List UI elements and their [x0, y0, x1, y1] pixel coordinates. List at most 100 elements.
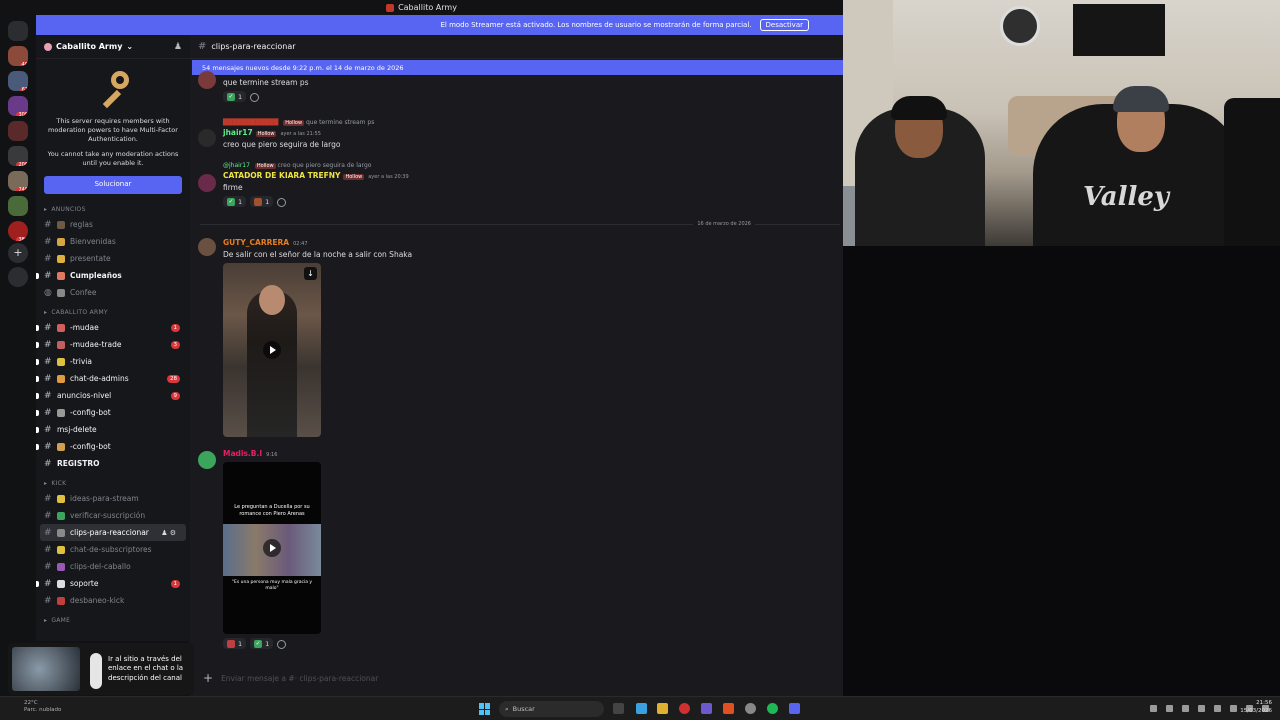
- add-reaction-icon[interactable]: [277, 640, 287, 649]
- play-icon[interactable]: [263, 341, 281, 359]
- webcam-overlay: Valley: [843, 0, 1280, 246]
- add-reaction-icon[interactable]: [277, 198, 287, 207]
- reaction[interactable]: ✓ 1: [223, 196, 247, 207]
- teams-icon[interactable]: [701, 703, 712, 714]
- add-member-icon[interactable]: ♟: [174, 42, 182, 52]
- hash-icon: #: [44, 253, 52, 264]
- toast-image: [12, 647, 80, 691]
- category-anuncios[interactable]: ▸ ANUNCIOS: [36, 202, 190, 216]
- video-attachment[interactable]: Le preguntan a Ducella por su romance co…: [223, 462, 321, 634]
- category-kick[interactable]: ▸ KICK: [36, 476, 190, 490]
- video-attachment[interactable]: ↓: [223, 263, 321, 437]
- key-icon: [95, 69, 131, 109]
- edge-icon[interactable]: [636, 703, 647, 714]
- avatar[interactable]: [198, 451, 216, 469]
- avatar[interactable]: [198, 174, 216, 192]
- unread-badge: 3: [170, 340, 180, 349]
- weather-widget[interactable]: 22°C Parc. nublado: [24, 700, 61, 714]
- reaction[interactable]: ✓ 1: [250, 638, 274, 649]
- author-name[interactable]: CATADOR DE KIARA TREFNY: [223, 171, 340, 180]
- channel-item[interactable]: ◍ Confee: [36, 284, 190, 301]
- message-input[interactable]: + Enviar mensaje a #· clips-para-reaccio…: [197, 668, 843, 688]
- app-icon[interactable]: [679, 703, 690, 714]
- channel-emoji-icon: [57, 494, 65, 503]
- unread-badge: 1: [170, 323, 180, 332]
- reaction[interactable]: 1: [223, 638, 247, 649]
- empty-right-pane: [843, 246, 1280, 696]
- server-icon[interactable]: 61: [8, 71, 28, 91]
- channel-item[interactable]: # presentate: [36, 250, 190, 267]
- add-reaction-icon[interactable]: [250, 93, 260, 102]
- person-left: [855, 96, 985, 246]
- voice-icon: ◍: [44, 287, 52, 298]
- new-messages-bar[interactable]: 54 mensajes nuevos desde 9:22 p.m. el 14…: [192, 60, 843, 75]
- channel-item-selected[interactable]: # clips-para-reaccionar ♟ ⚙: [40, 524, 186, 542]
- obs-icon[interactable]: [745, 703, 756, 714]
- channel-settings-icon[interactable]: ♟ ⚙: [161, 529, 176, 537]
- channel-item[interactable]: # anuncios-nivel 9: [36, 387, 190, 404]
- server-rail: 40 61 309 206 748 386 +: [0, 15, 36, 696]
- channel-item[interactable]: # chat-de-admins 28: [36, 370, 190, 387]
- channel-item[interactable]: # Cumpleaños: [36, 267, 190, 284]
- server-icon[interactable]: 386: [8, 221, 28, 241]
- server-icon[interactable]: 748: [8, 171, 28, 191]
- reaction[interactable]: ✓ 1: [223, 91, 247, 102]
- channel-item[interactable]: # REGISTRO: [36, 455, 190, 472]
- taskbar: ⌕ Buscar 21:56 15/03/2026: [0, 696, 1280, 720]
- channel-item[interactable]: # msj-delete: [36, 421, 190, 438]
- discord-icon[interactable]: [789, 703, 800, 714]
- server-icon[interactable]: 309: [8, 96, 28, 116]
- channel-emoji-icon: [57, 340, 65, 349]
- download-icon[interactable]: ↓: [304, 267, 317, 280]
- play-icon[interactable]: [263, 539, 281, 557]
- add-attachment-icon[interactable]: +: [203, 671, 213, 685]
- channel-item[interactable]: # ideas-para-stream: [36, 490, 190, 507]
- category-game[interactable]: ▸ GAME: [36, 613, 190, 627]
- spotify-icon[interactable]: [767, 703, 778, 714]
- disable-streamer-button[interactable]: Desactivar: [759, 19, 809, 31]
- task-view-icon[interactable]: [613, 703, 624, 714]
- author-name[interactable]: jhair17: [223, 128, 253, 137]
- hash-icon: #: [198, 41, 207, 52]
- channel-item[interactable]: # soporte 1: [36, 575, 190, 592]
- avatar[interactable]: [198, 238, 216, 256]
- channel-item[interactable]: # -trivia: [36, 353, 190, 370]
- channel-item[interactable]: # clips-del-caballo: [36, 558, 190, 575]
- reaction[interactable]: 1: [250, 196, 274, 207]
- reply-preview[interactable]: @jhair17 Hollow creo que piero seguira d…: [223, 162, 818, 169]
- unread-badge: 1: [170, 579, 180, 588]
- channel-item[interactable]: # -mudae-trade 3: [36, 336, 190, 353]
- channel-emoji-icon: [57, 254, 65, 263]
- channel-item[interactable]: # -config-bot: [36, 404, 190, 421]
- server-icon[interactable]: 206: [8, 146, 28, 166]
- author-name[interactable]: Madis.B.I: [223, 449, 262, 458]
- avatar[interactable]: [198, 71, 216, 89]
- server-icon[interactable]: 40: [8, 46, 28, 66]
- horse-logo-icon: [1000, 6, 1040, 46]
- category-caballito[interactable]: ▸ CABALLITO ARMY: [36, 305, 190, 319]
- channel-item[interactable]: # verificar-suscripción: [36, 507, 190, 524]
- channel-item[interactable]: # chat-de-subscriptores: [36, 541, 190, 558]
- channel-item[interactable]: # desbaneo-kick: [36, 592, 190, 609]
- discover-icon[interactable]: [8, 267, 28, 287]
- fix-mfa-button[interactable]: Solucionar: [44, 176, 182, 195]
- channel-item[interactable]: # reglas: [36, 216, 190, 233]
- message: GUTY_CARRERA 02:47 De salir con el señor …: [198, 238, 818, 437]
- folder-icon[interactable]: [657, 703, 668, 714]
- avatar[interactable]: [198, 129, 216, 147]
- channel-item[interactable]: # Bienvenidas: [36, 233, 190, 250]
- clock[interactable]: 21:56 15/03/2026: [1240, 700, 1272, 715]
- server-icon[interactable]: [8, 121, 28, 141]
- add-server-icon[interactable]: +: [8, 243, 28, 263]
- reply-preview[interactable]: ████████████ Hollow que termine stream p…: [223, 119, 818, 126]
- server-header[interactable]: Caballito Army ⌄ ♟: [36, 35, 190, 59]
- channel-item[interactable]: # -config-bot: [36, 438, 190, 455]
- windows-start-icon[interactable]: [479, 703, 491, 715]
- author-name[interactable]: GUTY_CARRERA: [223, 238, 289, 247]
- taskbar-search[interactable]: ⌕ Buscar: [499, 701, 604, 717]
- tv-screen: [1073, 4, 1165, 56]
- home-icon[interactable]: [8, 21, 28, 41]
- server-icon[interactable]: [8, 196, 28, 216]
- brave-icon[interactable]: [723, 703, 734, 714]
- channel-item[interactable]: # -mudae 1: [36, 319, 190, 336]
